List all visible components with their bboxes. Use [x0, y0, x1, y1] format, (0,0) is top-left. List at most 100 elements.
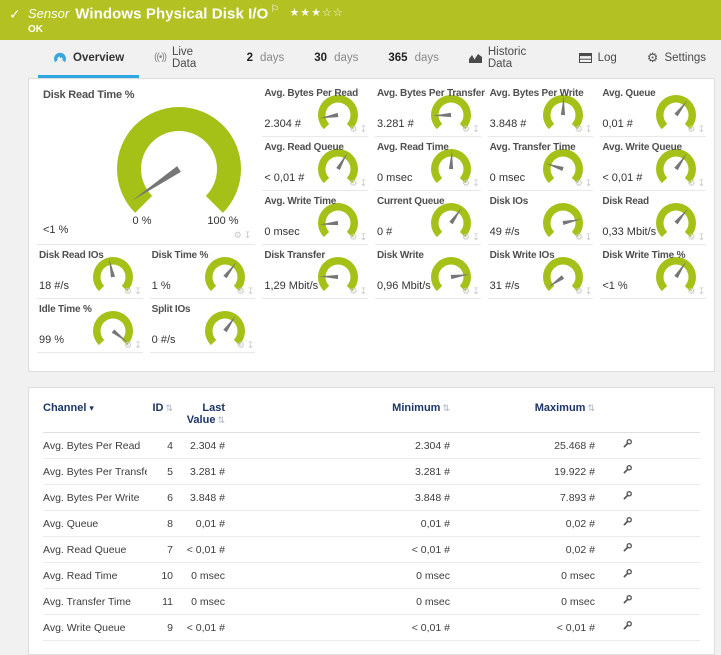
pin-icon[interactable]: ↧ — [247, 287, 255, 296]
pin-icon[interactable]: ↧ — [359, 179, 367, 188]
gauge-avg-write-queue: Avg. Write Queue < 0,01 # ⚙ ↧ — [600, 137, 706, 191]
gear-icon[interactable]: ⚙ — [234, 231, 242, 240]
sort-icon: ⇅ — [165, 403, 173, 413]
tab-365-days[interactable]: 365 days — [373, 40, 453, 78]
gauge-title: Avg. Read Time — [377, 142, 449, 153]
pin-icon[interactable]: ↧ — [585, 233, 593, 242]
wrench-icon[interactable] — [621, 542, 633, 557]
tab-30-days[interactable]: 30 days — [299, 40, 373, 78]
cell-channel: Avg. Read Time — [43, 563, 147, 589]
gauge-title: Avg. Write Time — [264, 196, 336, 207]
cell-channel: Avg. Bytes Per Transfer — [43, 459, 147, 485]
tab-live-data[interactable]: ((•)) Live Data — [139, 40, 231, 78]
gauge-avg-write-time: Avg. Write Time 0 msec ⚙ ↧ — [262, 191, 368, 245]
tab-overview[interactable]: Overview — [38, 40, 139, 78]
tab-2-days[interactable]: 2 days — [232, 40, 300, 78]
gear-icon[interactable]: ⚙ — [462, 233, 470, 242]
pin-icon[interactable]: ↧ — [472, 125, 480, 134]
gauge-value: 0 msec — [377, 172, 412, 184]
column-header-last-value[interactable]: Last Value⇅ — [173, 394, 225, 433]
pin-icon[interactable]: ↧ — [585, 125, 593, 134]
broadcast-icon: ((•)) — [154, 52, 166, 63]
table-row: Avg. Queue 8 0,01 # 0,01 # 0,02 # — [43, 511, 700, 537]
pin-icon[interactable]: ↧ — [359, 233, 367, 242]
gear-icon[interactable]: ⚙ — [349, 179, 357, 188]
cell-channel: Avg. Read Queue — [43, 537, 147, 563]
column-header-channel[interactable]: Channel▾ — [43, 394, 147, 433]
pin-icon[interactable]: ↧ — [472, 179, 480, 188]
pin-icon[interactable]: ↧ — [472, 287, 480, 296]
gear-icon[interactable]: ⚙ — [687, 179, 695, 188]
tab-log-label: Log — [598, 52, 617, 64]
column-header-id[interactable]: ID⇅ — [147, 394, 173, 433]
pin-icon[interactable]: ↧ — [585, 179, 593, 188]
gear-icon[interactable]: ⚙ — [687, 125, 695, 134]
tab-settings-label: Settings — [664, 52, 706, 64]
table-row: Avg. Read Queue 7 < 0,01 # < 0,01 # 0,02… — [43, 537, 700, 563]
pin-icon[interactable]: ↧ — [697, 287, 705, 296]
pin-icon[interactable]: ↧ — [244, 231, 252, 240]
gauge-idle-time: Idle Time % 99 % ⚙ ↧ — [37, 299, 143, 353]
table-row: Avg. Bytes Per Read 4 2.304 # 2.304 # 25… — [43, 433, 700, 459]
cell-maximum: 0 msec — [450, 589, 595, 615]
gauge-disk-write-time: Disk Write Time % <1 % ⚙ ↧ — [600, 245, 706, 299]
cell-channel: Avg. Transfer Time — [43, 589, 147, 615]
gauge-value: 31 #/s — [490, 280, 520, 292]
pin-icon[interactable]: ↧ — [697, 179, 705, 188]
gear-icon[interactable]: ⚙ — [462, 287, 470, 296]
pin-icon[interactable]: ↧ — [359, 287, 367, 296]
gear-icon[interactable]: ⚙ — [349, 125, 357, 134]
gear-icon[interactable]: ⚙ — [349, 233, 357, 242]
flag-icon[interactable]: ⚐ — [270, 4, 279, 15]
pin-icon[interactable]: ↧ — [247, 341, 255, 350]
pin-icon[interactable]: ↧ — [134, 287, 142, 296]
cell-last-value: 0,01 # — [173, 511, 225, 537]
tab-log[interactable]: Log — [564, 40, 632, 78]
gauge-value: <1 % — [602, 280, 627, 292]
gauge-title: Disk Read Time % — [43, 89, 134, 101]
pin-icon[interactable]: ↧ — [359, 125, 367, 134]
tab-settings[interactable]: ⚙ Settings — [632, 40, 721, 78]
gear-icon[interactable]: ⚙ — [124, 287, 132, 296]
pin-icon[interactable]: ↧ — [585, 287, 593, 296]
wrench-icon[interactable] — [621, 490, 633, 505]
gauge-disk-time: Disk Time % 1 % ⚙ ↧ — [150, 245, 256, 299]
gauge-value: 0 msec — [264, 226, 299, 238]
gear-icon[interactable]: ⚙ — [575, 125, 583, 134]
table-row: Avg. Transfer Time 11 0 msec 0 msec 0 ms… — [43, 589, 700, 615]
tab-historic-data[interactable]: Historic Data — [454, 40, 564, 78]
gear-icon[interactable]: ⚙ — [462, 179, 470, 188]
priority-stars[interactable]: ★★★☆☆ — [289, 7, 343, 19]
column-header-maximum[interactable]: Maximum⇅ — [450, 394, 595, 433]
gear-icon[interactable]: ⚙ — [124, 341, 132, 350]
gear-icon[interactable]: ⚙ — [237, 287, 245, 296]
pin-icon[interactable]: ↧ — [472, 233, 480, 242]
pin-icon[interactable]: ↧ — [134, 341, 142, 350]
pin-icon[interactable]: ↧ — [697, 125, 705, 134]
pin-icon[interactable]: ↧ — [697, 233, 705, 242]
chart-icon — [469, 52, 482, 63]
gear-icon[interactable]: ⚙ — [575, 179, 583, 188]
gear-icon[interactable]: ⚙ — [687, 287, 695, 296]
wrench-icon[interactable] — [621, 516, 633, 531]
gear-icon[interactable]: ⚙ — [575, 287, 583, 296]
gauge-title: Disk Write IOs — [490, 250, 555, 261]
column-header-minimum[interactable]: Minimum⇅ — [225, 394, 450, 433]
gear-icon[interactable]: ⚙ — [349, 287, 357, 296]
gear-icon[interactable]: ⚙ — [237, 341, 245, 350]
gear-icon[interactable]: ⚙ — [687, 233, 695, 242]
wrench-icon[interactable] — [621, 438, 633, 453]
wrench-icon[interactable] — [621, 594, 633, 609]
gauge-value: 1 % — [152, 280, 171, 292]
cell-maximum: 0 msec — [450, 563, 595, 589]
wrench-icon[interactable] — [621, 620, 633, 635]
gauge-disk-read-time: Disk Read Time % 0 % 100 % <1 % ⚙ ↧ — [37, 83, 255, 245]
wrench-icon[interactable] — [621, 568, 633, 583]
cell-channel: Avg. Queue — [43, 511, 147, 537]
gear-icon[interactable]: ⚙ — [575, 233, 583, 242]
gauge-disk-ios: Disk IOs 49 #/s ⚙ ↧ — [488, 191, 594, 245]
big-gauge-arc — [99, 95, 259, 225]
gear-icon[interactable]: ⚙ — [462, 125, 470, 134]
wrench-icon[interactable] — [621, 464, 633, 479]
gauge-value: 0 msec — [490, 172, 525, 184]
